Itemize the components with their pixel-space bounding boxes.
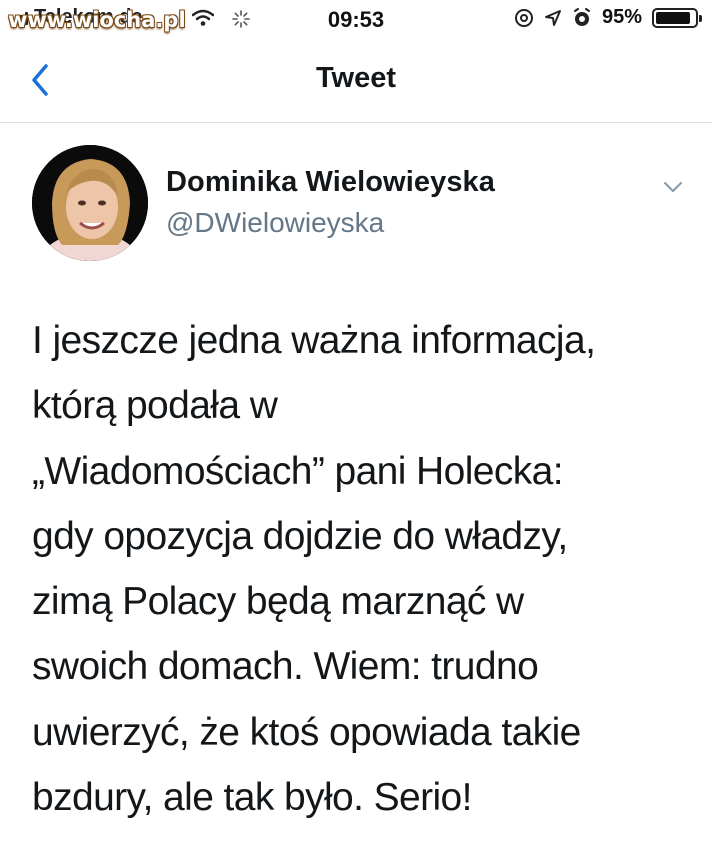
tweet-line: I jeszcze jedna ważna informacja,: [32, 319, 596, 362]
battery-percent: 95%: [601, 6, 642, 28]
tweet-line: „Wiadomościach” pani Holecka:: [32, 449, 564, 493]
tweet-menu-button[interactable]: [658, 175, 688, 199]
tweet-line: swoich domach. Wiem: trudno: [32, 645, 539, 689]
tweet-line: którą podała w: [32, 384, 278, 428]
battery-icon: [652, 7, 702, 28]
tweet-author: Dominika Wielowieyska @DWielowieyska: [32, 145, 692, 265]
chevron-down-icon: [664, 182, 682, 192]
nav-bar: Tweet: [0, 40, 712, 123]
battery-fill: [656, 11, 690, 24]
page-title: Tweet: [315, 62, 397, 94]
status-right: 95%: [514, 6, 702, 29]
author-name[interactable]: Dominika Wielowieyska: [166, 166, 495, 199]
alarm-icon: [573, 7, 590, 26]
at-icon: [514, 8, 533, 27]
battery-nub: [699, 14, 702, 22]
avatar-image: [32, 145, 148, 261]
tweet-line: zimą Polacy będą marznąć w: [32, 580, 524, 624]
tweet-line: bzdury, ale tak było. Serio!: [32, 776, 472, 820]
avatar[interactable]: [32, 145, 148, 261]
author-handle[interactable]: @DWielowieyska: [166, 207, 384, 239]
status-bar: Telekom.de www.wiocha.pl 09:53 95%: [0, 0, 712, 40]
location-icon: [544, 9, 561, 26]
tweet-line: uwierzyć, że ktoś opowiada takie: [32, 710, 581, 754]
tweet-line: gdy opozycja dojdzie do władzy,: [32, 514, 568, 558]
tweet-text: I jeszcze jedna ważna informacja, którą …: [32, 308, 702, 830]
